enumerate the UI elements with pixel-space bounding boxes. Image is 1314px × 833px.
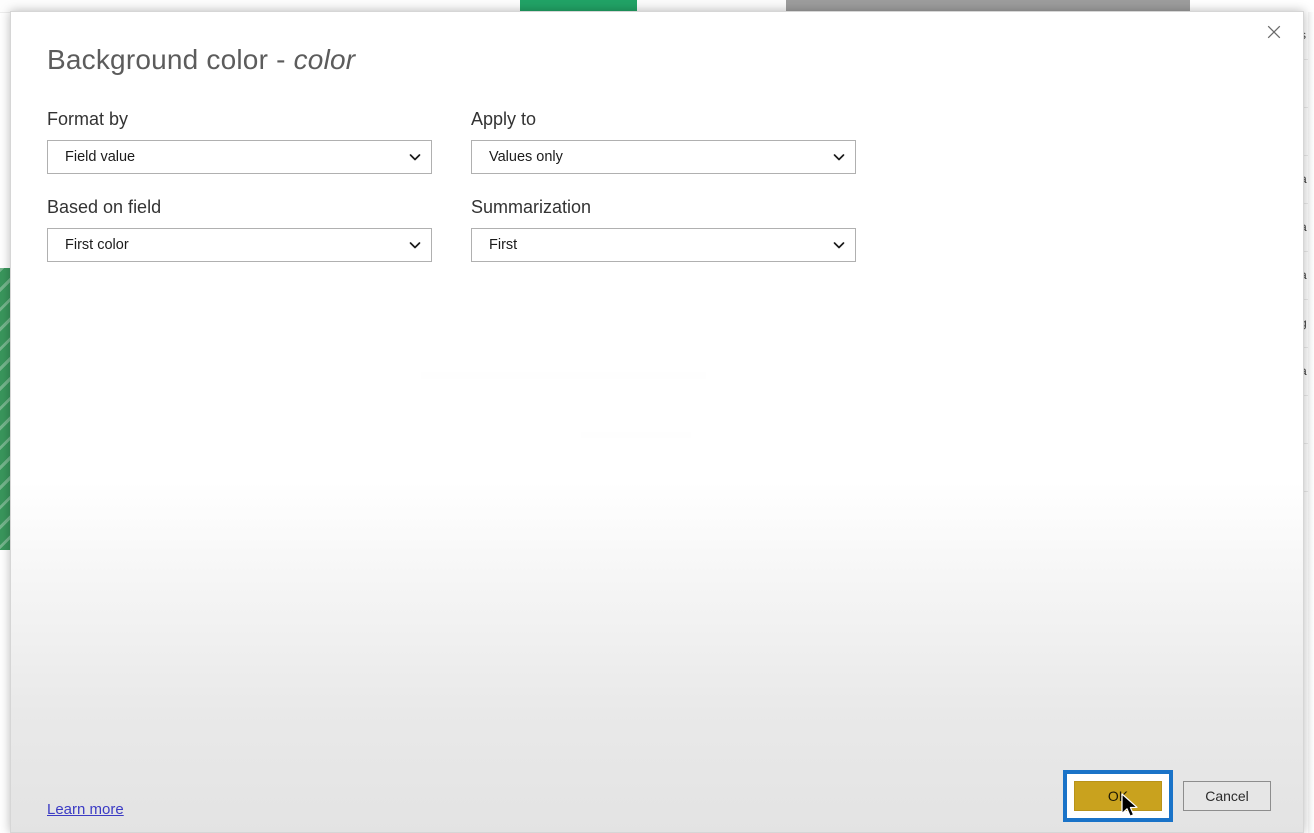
field-apply-to: Apply to Values only	[471, 108, 856, 174]
chevron-down-icon	[823, 150, 855, 164]
field-label-format-by: Format by	[47, 109, 129, 129]
field-summarization: Summarization First	[471, 196, 856, 262]
field-label-apply-to: Apply to	[471, 109, 537, 129]
dialog-title: Background color - color	[47, 44, 355, 76]
field-format-by: Format by Field value	[47, 108, 432, 174]
background-color-dialog: Background color - color Format by Field…	[10, 11, 1304, 833]
close-button[interactable]	[1253, 14, 1295, 50]
based-on-field-value: First color	[65, 237, 129, 253]
apply-to-select[interactable]: Values only	[471, 140, 856, 174]
dialog-footer-buttons: OK Cancel	[1063, 770, 1271, 822]
form-row-2: Based on field First color Summarization…	[47, 196, 907, 262]
render-artifact	[421, 372, 706, 379]
summarization-value: First	[489, 237, 518, 253]
cancel-button[interactable]: Cancel	[1183, 780, 1271, 811]
dialog-title-field: color	[293, 44, 356, 75]
based-on-field-select[interactable]: First color	[47, 228, 432, 262]
render-artifact	[581, 432, 691, 438]
ok-button[interactable]: OK	[1074, 781, 1162, 811]
form-row-1: Format by Field value Apply to Values on…	[47, 108, 907, 174]
field-label-based-on-field: Based on field	[47, 197, 162, 217]
background-scrollbar[interactable]	[1308, 12, 1314, 833]
chevron-down-icon	[823, 238, 855, 252]
chevron-down-icon	[399, 238, 431, 252]
field-based-on-field: Based on field First color	[47, 196, 432, 262]
close-icon	[1266, 24, 1282, 40]
format-by-select[interactable]: Field value	[47, 140, 432, 174]
field-label-summarization: Summarization	[471, 197, 592, 217]
dialog-title-main: Background color -	[47, 44, 294, 75]
dialog-form: Format by Field value Apply to Values on…	[47, 108, 907, 284]
chevron-down-icon	[399, 150, 431, 164]
learn-more-link[interactable]: Learn more	[47, 801, 124, 818]
format-by-value: Field value	[65, 149, 136, 165]
ok-button-focus-highlight: OK	[1063, 770, 1173, 822]
summarization-select[interactable]: First	[471, 228, 856, 262]
apply-to-value: Values only	[489, 149, 563, 165]
